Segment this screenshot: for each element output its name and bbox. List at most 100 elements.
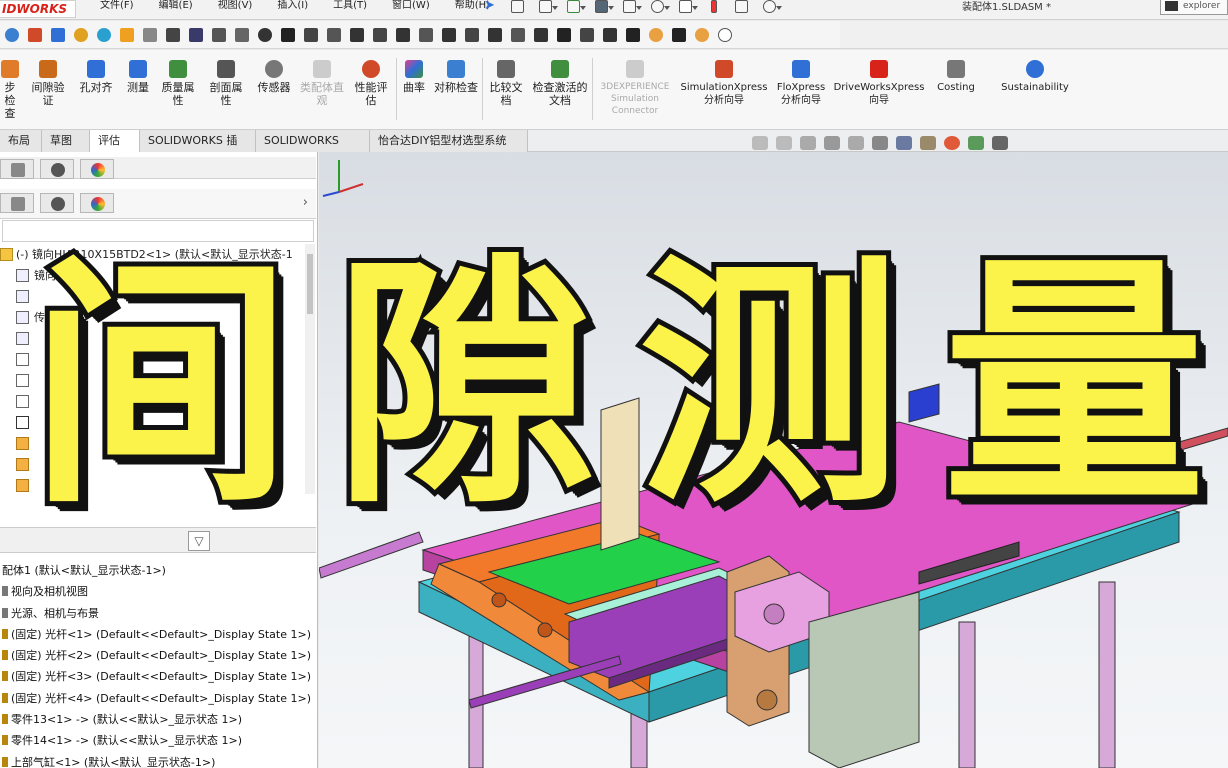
weight-icon[interactable] (143, 27, 157, 42)
tree-item[interactable] (0, 349, 316, 370)
explorer-search[interactable]: explorer (1160, 0, 1228, 15)
tree-scrollbar[interactable] (305, 244, 315, 494)
edit-appearance-icon[interactable] (944, 136, 960, 150)
tree-item[interactable] (0, 433, 316, 454)
ribbon-compare-documents[interactable]: 比较文档 (486, 60, 526, 107)
home-icon[interactable] (508, 0, 528, 16)
tab-property-manager[interactable] (0, 159, 34, 179)
select-icon[interactable] (676, 0, 698, 16)
ribbon-3dexperience-connector[interactable]: 3DEXPERIENCE Simulation Connector (596, 60, 674, 117)
ribbon-sustainability[interactable]: Sustainability (998, 60, 1072, 94)
document-icon[interactable] (557, 27, 571, 42)
tab-evaluate[interactable]: 评估 (90, 130, 140, 152)
tree-item[interactable]: 上部气缸<1> (默认<默认_显示状态-1>) (0, 752, 316, 768)
menu-tools[interactable]: 工具(T) (333, 0, 367, 18)
ribbon-mass-properties[interactable]: 质量属性 (158, 60, 198, 107)
list-icon[interactable] (166, 27, 180, 42)
tree-item[interactable] (0, 370, 316, 391)
tab-solidworks-addins[interactable]: SOLIDWORKS 插件 (140, 130, 256, 168)
tree-item-lights[interactable]: 光源、相机与布景 (0, 603, 316, 624)
display-style-icon[interactable] (896, 136, 912, 150)
ribbon-driveworksxpress[interactable]: DriveWorksXpress 向导 (832, 60, 926, 107)
ribbon-symmetry-check[interactable]: 对称检查 (434, 60, 478, 94)
tab-crosshair[interactable] (40, 193, 74, 213)
copy-icon[interactable] (465, 27, 479, 42)
eye-icon[interactable] (258, 27, 272, 42)
tree-item-root[interactable]: (-) 镜向HJAR10X15BTD2<1> (默认<默认_显示状态-1 (0, 244, 316, 265)
ball-icon[interactable] (649, 27, 663, 42)
tab-display-manager[interactable] (80, 159, 114, 179)
menu-edit[interactable]: 编辑(E) (159, 0, 193, 18)
more-icon[interactable] (718, 27, 732, 42)
tree-item[interactable]: (固定) 光杆<3> (Default<<Default>_Display St… (0, 666, 316, 687)
tree-item[interactable]: (固定) 光杆<4> (Default<<Default>_Display St… (0, 688, 316, 709)
tool-icon[interactable] (235, 27, 249, 42)
brush-icon[interactable] (396, 27, 410, 42)
orange-icon[interactable] (695, 27, 709, 42)
tree-item[interactable]: (固定) 光杆<2> (Default<<Default>_Display St… (0, 645, 316, 666)
menu-insert[interactable]: 插入(I) (277, 0, 308, 18)
view-orientation-icon[interactable] (872, 136, 888, 150)
table-icon[interactable] (189, 27, 203, 42)
tree-item-assembly[interactable]: 配体1 (默认<默认_显示状态-1>) (0, 560, 316, 581)
tree-item[interactable] (0, 328, 316, 349)
ribbon-costing[interactable]: Costing (932, 60, 980, 94)
tree-item[interactable]: 零件14<1> -> (默认<<默认>_显示状态 1>) (0, 730, 316, 751)
gear-icon[interactable] (97, 27, 111, 42)
clip-icon[interactable] (442, 27, 456, 42)
tab-appearance[interactable] (80, 193, 114, 213)
layer-icon[interactable] (534, 27, 548, 42)
hand-icon[interactable] (580, 27, 594, 42)
previous-view-icon[interactable] (800, 136, 816, 150)
scene-icon[interactable] (968, 136, 984, 150)
ribbon-check-active-document[interactable]: 检查激活的文档 (532, 60, 588, 107)
pin-icon[interactable]: ➤ (484, 0, 495, 13)
tree-item[interactable] (0, 391, 316, 412)
search-person-icon[interactable] (281, 27, 295, 42)
ribbon-performance-evaluation[interactable]: 性能评估 (350, 60, 392, 107)
open-icon[interactable] (564, 0, 586, 16)
chevron-right-icon[interactable]: › (303, 195, 308, 210)
options-gear-icon[interactable] (760, 0, 782, 16)
tab-layout[interactable]: 布局 (0, 130, 42, 152)
tree-search-input[interactable] (2, 220, 314, 242)
tab-sketch[interactable]: 草图 (42, 130, 90, 152)
ribbon-curvature[interactable]: 曲率 (400, 60, 428, 94)
printer-icon[interactable] (511, 27, 525, 42)
zoom-area-icon[interactable] (776, 136, 792, 150)
zoom-fit-icon[interactable] (752, 136, 768, 150)
app-logo[interactable]: IDWORKS (0, 0, 76, 18)
menu-file[interactable]: 文件(F) (100, 0, 134, 18)
tree-item-views[interactable]: 视向及相机视图 (0, 581, 316, 602)
section-view-icon[interactable] (824, 136, 840, 150)
dynamic-annotation-icon[interactable] (848, 136, 864, 150)
ribbon-measure[interactable]: 测量 (122, 60, 154, 94)
menu-window[interactable]: 窗口(W) (392, 0, 430, 18)
rotate-icon[interactable] (350, 27, 364, 42)
tab-solidworks-mbd[interactable]: SOLIDWORKS MBD (256, 130, 370, 168)
hide-show-icon[interactable] (920, 136, 936, 150)
save-icon[interactable] (592, 0, 614, 16)
scroll-thumb[interactable] (307, 254, 313, 314)
ribbon-simulationxpress[interactable]: SimulationXpress 分析向导 (678, 60, 770, 107)
traffic-light-icon[interactable] (704, 0, 724, 16)
section-icon[interactable] (28, 27, 42, 42)
link-icon[interactable] (327, 27, 341, 42)
ribbon-hole-align[interactable]: 孔对齐 (76, 60, 116, 94)
tab-feature-manager[interactable] (0, 193, 34, 213)
tree-item[interactable] (0, 286, 316, 307)
undo-icon[interactable] (648, 0, 670, 16)
print-icon[interactable] (620, 0, 642, 16)
book-icon[interactable] (672, 27, 686, 42)
marker-icon[interactable] (373, 27, 387, 42)
menu-view[interactable]: 视图(V) (218, 0, 253, 18)
pen-icon[interactable] (304, 27, 318, 42)
slash-icon[interactable] (603, 27, 617, 42)
measure-line-icon[interactable] (212, 27, 226, 42)
new-document-icon[interactable] (536, 0, 558, 16)
tree-item[interactable]: 传感 (0, 307, 316, 328)
ribbon-section-properties[interactable]: 剖面属性 (206, 60, 246, 107)
zoom-area-icon[interactable] (51, 27, 65, 42)
camera-icon[interactable] (120, 27, 134, 42)
ribbon-interference-check[interactable]: 间隙验证 (28, 60, 68, 107)
